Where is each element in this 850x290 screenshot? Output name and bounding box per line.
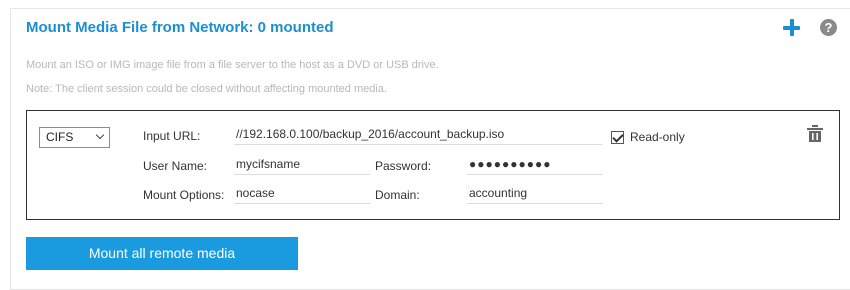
domain-label: Domain: [375, 188, 420, 202]
mount-all-button[interactable]: Mount all remote media [26, 237, 298, 270]
password-field[interactable]: ●●●●●●●●●● [467, 155, 603, 175]
password-label: Password: [375, 159, 432, 173]
description-line: Mount an ISO or IMG image file from a fi… [26, 59, 439, 71]
user-name-field[interactable]: mycifsname [234, 155, 370, 175]
input-url-label: Input URL: [143, 129, 201, 143]
readonly-checkbox[interactable] [611, 131, 624, 144]
protocol-select[interactable]: CIFS [39, 127, 110, 148]
page-title: Mount Media File from Network: 0 mounted [26, 19, 334, 36]
protocol-value: CIFS [46, 130, 74, 144]
input-url-field[interactable]: //192.168.0.100/backup_2016/account_back… [234, 125, 602, 145]
plus-icon[interactable] [782, 18, 802, 38]
help-icon[interactable]: ? [820, 19, 837, 36]
note-line: Note: The client session could be closed… [26, 83, 387, 95]
trash-icon[interactable] [807, 125, 823, 143]
mount-options-field[interactable]: nocase [234, 184, 370, 204]
domain-field[interactable]: accounting [467, 184, 603, 204]
chevron-down-icon [95, 130, 105, 140]
mount-options-label: Mount Options: [143, 188, 225, 202]
readonly-label: Read-only [630, 130, 685, 144]
media-entry: CIFS Input URL: //192.168.0.100/backup_2… [26, 110, 840, 220]
user-name-label: User Name: [143, 159, 208, 173]
